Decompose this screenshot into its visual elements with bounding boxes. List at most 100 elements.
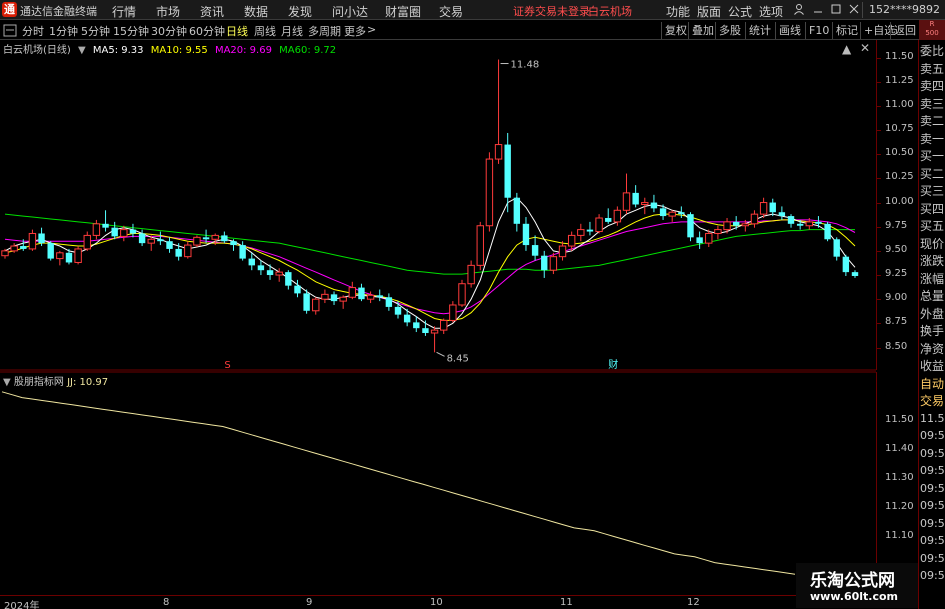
candle-body-up [577,229,585,236]
btn-fuquan[interactable]: 复权 [661,22,690,39]
low-pointer [436,351,445,357]
btn-duogu[interactable]: 多股 [715,22,744,39]
period-weekly[interactable]: 周线 [254,23,276,39]
period-more-arrow-icon[interactable]: > [367,23,376,36]
period-1min[interactable]: 1分钟 [49,23,78,39]
menu-wenxiaoda[interactable]: 问小达 [332,3,368,20]
btn-tongji[interactable]: 统计 [745,22,774,39]
period-60min[interactable]: 60分钟 [189,23,225,39]
candle [678,206,685,219]
candle [833,237,840,261]
side-panel-item[interactable]: 卖五 [920,60,945,78]
period-15min[interactable]: 15分钟 [113,23,149,39]
period-30min[interactable]: 30分钟 [151,23,187,39]
btn-diejia[interactable]: 叠加 [688,22,717,39]
side-panel-item[interactable]: 涨跌 [920,252,945,270]
side-panel-item[interactable]: 买五 [920,217,945,235]
candle-body-down [833,239,840,257]
side-panel-item[interactable]: 09:54 [920,532,945,550]
side-panel-item[interactable]: 收益 [920,357,945,375]
side-panel-item[interactable]: 09:54 [920,567,945,585]
side-panel-item[interactable]: 现价 [920,235,945,253]
side-panel-item[interactable]: 换手 [920,322,945,340]
period-5min[interactable]: 5分钟 [81,23,110,39]
candle-body-down [166,241,173,249]
side-panel-item[interactable]: 09:54 [920,480,945,498]
chart-close-icon[interactable]: ✕ [860,41,870,55]
indicator-dropdown-icon[interactable]: ▼ [3,377,11,388]
candle [330,291,338,305]
menu-xuanxiang[interactable]: 选项 [759,3,783,20]
candle [285,270,292,290]
side-panel-item[interactable]: 交易 [920,392,945,410]
side-panel-item[interactable]: 11.50 [920,410,945,428]
side-panel-item[interactable]: 09:54 [920,497,945,515]
menu-caifuquan[interactable]: 财富圈 [385,3,421,20]
minimize-icon[interactable] [812,3,824,18]
btn-biaoji[interactable]: 标记 [832,22,861,39]
r500-badge[interactable]: R 500 [919,20,945,40]
side-panel-item[interactable]: 卖三 [920,95,945,113]
date-label: 8 [163,597,170,608]
side-panel-item[interactable]: 09:54 [920,515,945,533]
side-panel-item[interactable]: 买三 [920,182,945,200]
menu-gongneng[interactable]: 功能 [666,3,690,20]
menu-shichang[interactable]: 市场 [156,3,180,20]
side-panel-item[interactable]: 09:54 [920,462,945,480]
side-panel-item[interactable]: 卖一 [920,130,945,148]
candle-body-up [1,250,9,257]
app-logo-icon: 通 [2,2,17,17]
close-icon[interactable] [848,3,860,18]
price-tick [877,299,881,301]
side-panel-item[interactable]: 卖二 [920,112,945,130]
toolbar-menu-icon[interactable] [3,24,17,40]
candle [47,241,54,261]
btn-fanhui[interactable]: 返回 [890,22,919,39]
menu-gongshi[interactable]: 公式 [728,3,752,20]
candle [851,270,859,278]
menu-jiaoyi[interactable]: 交易 [439,3,463,20]
period-more[interactable]: 更多 [344,23,366,39]
settings-dropdown-icon[interactable]: ▼ [78,45,86,56]
maximize-icon[interactable] [830,3,842,18]
side-panel-item[interactable]: 09:54 [920,427,945,445]
side-panel-item[interactable]: 自动 [920,375,945,393]
candle [577,223,585,242]
side-panel-item[interactable]: 买四 [920,200,945,218]
ma5-legend: MA5: 9.33 [92,45,144,56]
side-panel-item[interactable]: 09:54 [920,445,945,463]
side-panel-item[interactable]: 买一 [920,147,945,165]
candle-body-down [294,285,301,294]
period-fenshi[interactable]: 分时 [22,23,44,39]
side-panel-item[interactable]: 卖四 [920,77,945,95]
candle [83,231,91,251]
user-icon[interactable] [793,3,805,18]
btn-f10[interactable]: F10 [805,22,832,39]
side-panel-item[interactable]: 总量 [920,287,945,305]
price-tick-label: 9.00 [885,292,908,304]
side-panel-item[interactable]: 涨幅 [920,270,945,288]
side-panel-item[interactable]: 净资 [920,340,945,358]
candle [723,218,731,234]
menu-shuju[interactable]: 数据 [244,3,268,20]
period-monthly[interactable]: 月线 [281,23,303,39]
kline-chart[interactable]: 11.48 8.45 S 财 [0,40,876,595]
period-multi[interactable]: 多周期 [308,23,341,39]
candle-body-up [339,296,347,302]
menu-zixun[interactable]: 资讯 [200,3,224,20]
trade-login-status[interactable]: 证券交易未登录 [513,3,590,19]
side-panel-item[interactable]: 外盘 [920,305,945,323]
btn-huaxian[interactable]: 画线 [775,22,804,39]
menu-hangqing[interactable]: 行情 [112,3,136,20]
side-panel-item[interactable]: 买二 [920,165,945,183]
menu-banmian[interactable]: 版面 [697,3,721,20]
date-label: 12 [687,597,700,608]
menu-faxian[interactable]: 发现 [288,3,312,20]
period-daily[interactable]: 日线 [226,23,248,39]
chart-zoom-icon[interactable]: ▲ [842,42,851,56]
app-title: 通达信金融终端 [20,5,97,18]
candle [413,316,420,333]
side-panel-item[interactable]: 委比 [920,42,945,60]
user-account-id[interactable]: 152****9892 [862,2,940,18]
side-panel-item[interactable]: 09:54 [920,550,945,568]
